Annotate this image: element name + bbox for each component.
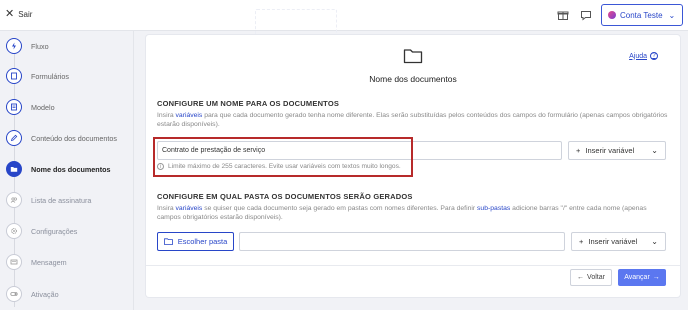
- question-icon: ?: [650, 52, 658, 60]
- edit-icon: [6, 130, 22, 146]
- users-icon: [6, 192, 22, 208]
- bolt-icon: [6, 38, 22, 54]
- avatar: [608, 11, 616, 19]
- top-bar: ✕ Sair Conta Teste ⌄: [0, 0, 688, 39]
- chat-icon[interactable]: [580, 9, 592, 21]
- variables-link[interactable]: variáveis: [176, 112, 203, 119]
- insert-variable-button[interactable]: + Inserir variável ⌄: [568, 141, 666, 160]
- document-icon: [6, 99, 22, 115]
- chevron-down-icon: ⌄: [651, 237, 658, 246]
- choose-folder-label: Escolher pasta: [177, 237, 228, 246]
- step-fluxo[interactable]: Fluxo: [6, 37, 49, 55]
- chevron-down-icon: ⌄: [651, 146, 658, 155]
- step-label: Conteúdo dos documentos: [31, 133, 117, 143]
- account-label: Conta Teste: [620, 10, 663, 20]
- folder-path-input[interactable]: [239, 232, 565, 251]
- exit-button[interactable]: ✕ Sair: [5, 9, 32, 20]
- gift-icon[interactable]: [557, 9, 569, 21]
- subfolders-link[interactable]: sub-pastas: [477, 205, 510, 212]
- step-label: Nome dos documentos: [31, 164, 111, 174]
- step-conteudo[interactable]: Conteúdo dos documentos: [6, 129, 117, 147]
- step-label: Lista de assinatura: [31, 195, 92, 205]
- section-desc-name: Insira variáveis para que cada documento…: [157, 111, 669, 130]
- highlight-box: [153, 137, 413, 177]
- arrow-left-icon: ←: [577, 274, 585, 281]
- step-formularios[interactable]: Formulários: [6, 67, 69, 85]
- step-label: Modelo: [31, 102, 55, 112]
- help-link[interactable]: Ajuda ?: [629, 52, 658, 60]
- folder-icon: [163, 238, 173, 245]
- document-names-card: Nome dos documentos Ajuda ? CONFIGURE UM…: [146, 35, 680, 297]
- next-button[interactable]: Avançar →: [618, 269, 666, 286]
- desc-text: Insira: [157, 112, 176, 119]
- step-label: Mensagem: [31, 257, 67, 267]
- section-title-folder: CONFIGURE EM QUAL PASTA OS DOCUMENTOS SE…: [157, 192, 413, 201]
- insert-variable-folder-button[interactable]: + Inserir variável ⌄: [571, 232, 666, 251]
- back-button[interactable]: ← Voltar: [570, 269, 612, 286]
- step-label: Fluxo: [31, 41, 49, 51]
- gear-icon: [6, 223, 22, 239]
- insert-variable-label: Inserir variável: [588, 237, 638, 246]
- folder-icon: [403, 49, 423, 64]
- plus-icon: +: [576, 146, 581, 155]
- step-nome-documentos[interactable]: Nome dos documentos: [6, 160, 110, 178]
- message-icon: [6, 254, 22, 270]
- desc-text: se quiser que cada documento seja gerado…: [202, 205, 478, 212]
- help-label: Ajuda: [629, 52, 647, 60]
- account-menu[interactable]: Conta Teste ⌄: [601, 4, 683, 26]
- plus-icon: +: [579, 237, 584, 246]
- divider: [146, 265, 680, 266]
- step-configuracoes[interactable]: Configurações: [6, 222, 77, 240]
- step-lista-assinatura[interactable]: Lista de assinatura: [6, 191, 91, 209]
- variables-link[interactable]: variáveis: [176, 205, 203, 212]
- form-icon: [6, 68, 22, 84]
- section-title-name: CONFIGURE UM NOME PARA OS DOCUMENTOS: [157, 99, 340, 108]
- insert-variable-label: Inserir variável: [585, 146, 635, 155]
- section-desc-folder: Insira variáveis se quiser que cada docu…: [157, 204, 669, 223]
- steps-sidebar: Fluxo Formulários Modelo Conteúdo dos do…: [0, 31, 134, 310]
- step-ativacao[interactable]: Ativação: [6, 285, 59, 303]
- next-label: Avançar: [624, 274, 650, 281]
- step-label: Ativação: [31, 289, 59, 299]
- step-label: Configurações: [31, 226, 78, 236]
- folder-icon: [6, 161, 22, 177]
- exit-label: Sair: [18, 10, 33, 19]
- step-label: Formulários: [31, 71, 69, 81]
- close-icon: ✕: [5, 8, 15, 20]
- page-title: Nome dos documentos: [369, 74, 457, 84]
- choose-folder-button[interactable]: Escolher pasta: [157, 232, 234, 251]
- arrow-right-icon: →: [652, 274, 660, 281]
- step-mensagem[interactable]: Mensagem: [6, 253, 67, 271]
- step-modelo[interactable]: Modelo: [6, 98, 55, 116]
- desc-text: Insira: [157, 205, 176, 212]
- chevron-down-icon: ⌄: [668, 10, 676, 20]
- desc-text: para que cada documento gerado tenha nom…: [157, 112, 668, 129]
- back-label: Voltar: [587, 274, 605, 281]
- toggle-icon: [6, 286, 22, 302]
